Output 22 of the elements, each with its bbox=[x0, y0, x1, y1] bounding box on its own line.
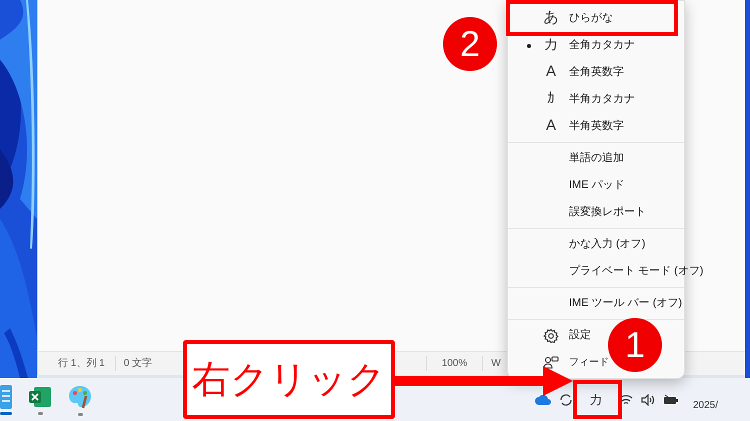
menu-item-label: プライベート モード (オフ) bbox=[569, 264, 704, 280]
menu-item-label: IME パッド bbox=[569, 178, 625, 194]
menu-item-label: 単語の追加 bbox=[569, 151, 624, 166]
status-text: W bbox=[490, 357, 501, 371]
mode-glyph: ｶ bbox=[547, 89, 555, 110]
menu-item-label: フィード bbox=[569, 356, 609, 370]
menu-item-label: ひらがな bbox=[569, 11, 613, 26]
menu-item-label: 誤変換レポート bbox=[569, 204, 646, 220]
mode-glyph: A bbox=[546, 62, 556, 82]
mode-glyph: あ bbox=[544, 8, 558, 28]
menu-item-label: かな入力 (オフ) bbox=[569, 237, 646, 252]
status-text: 0 文字 bbox=[122, 356, 154, 371]
status-text: 行 1、列 1 bbox=[38, 356, 116, 371]
menu-item-label: 半角英数字 bbox=[569, 118, 624, 134]
menu-item-label: 設定 bbox=[569, 328, 591, 344]
menu-item-label: IME ツール バー (オフ) bbox=[569, 296, 682, 312]
menu-item-label: 全角カタカナ bbox=[569, 38, 635, 54]
mode-glyph: カ bbox=[544, 35, 558, 56]
menu-item-label: 全角英数字 bbox=[569, 64, 624, 80]
menu-item-label: 半角カタカナ bbox=[569, 92, 635, 108]
mode-glyph: A bbox=[546, 116, 556, 136]
callout-text: 右クリック bbox=[192, 360, 386, 398]
